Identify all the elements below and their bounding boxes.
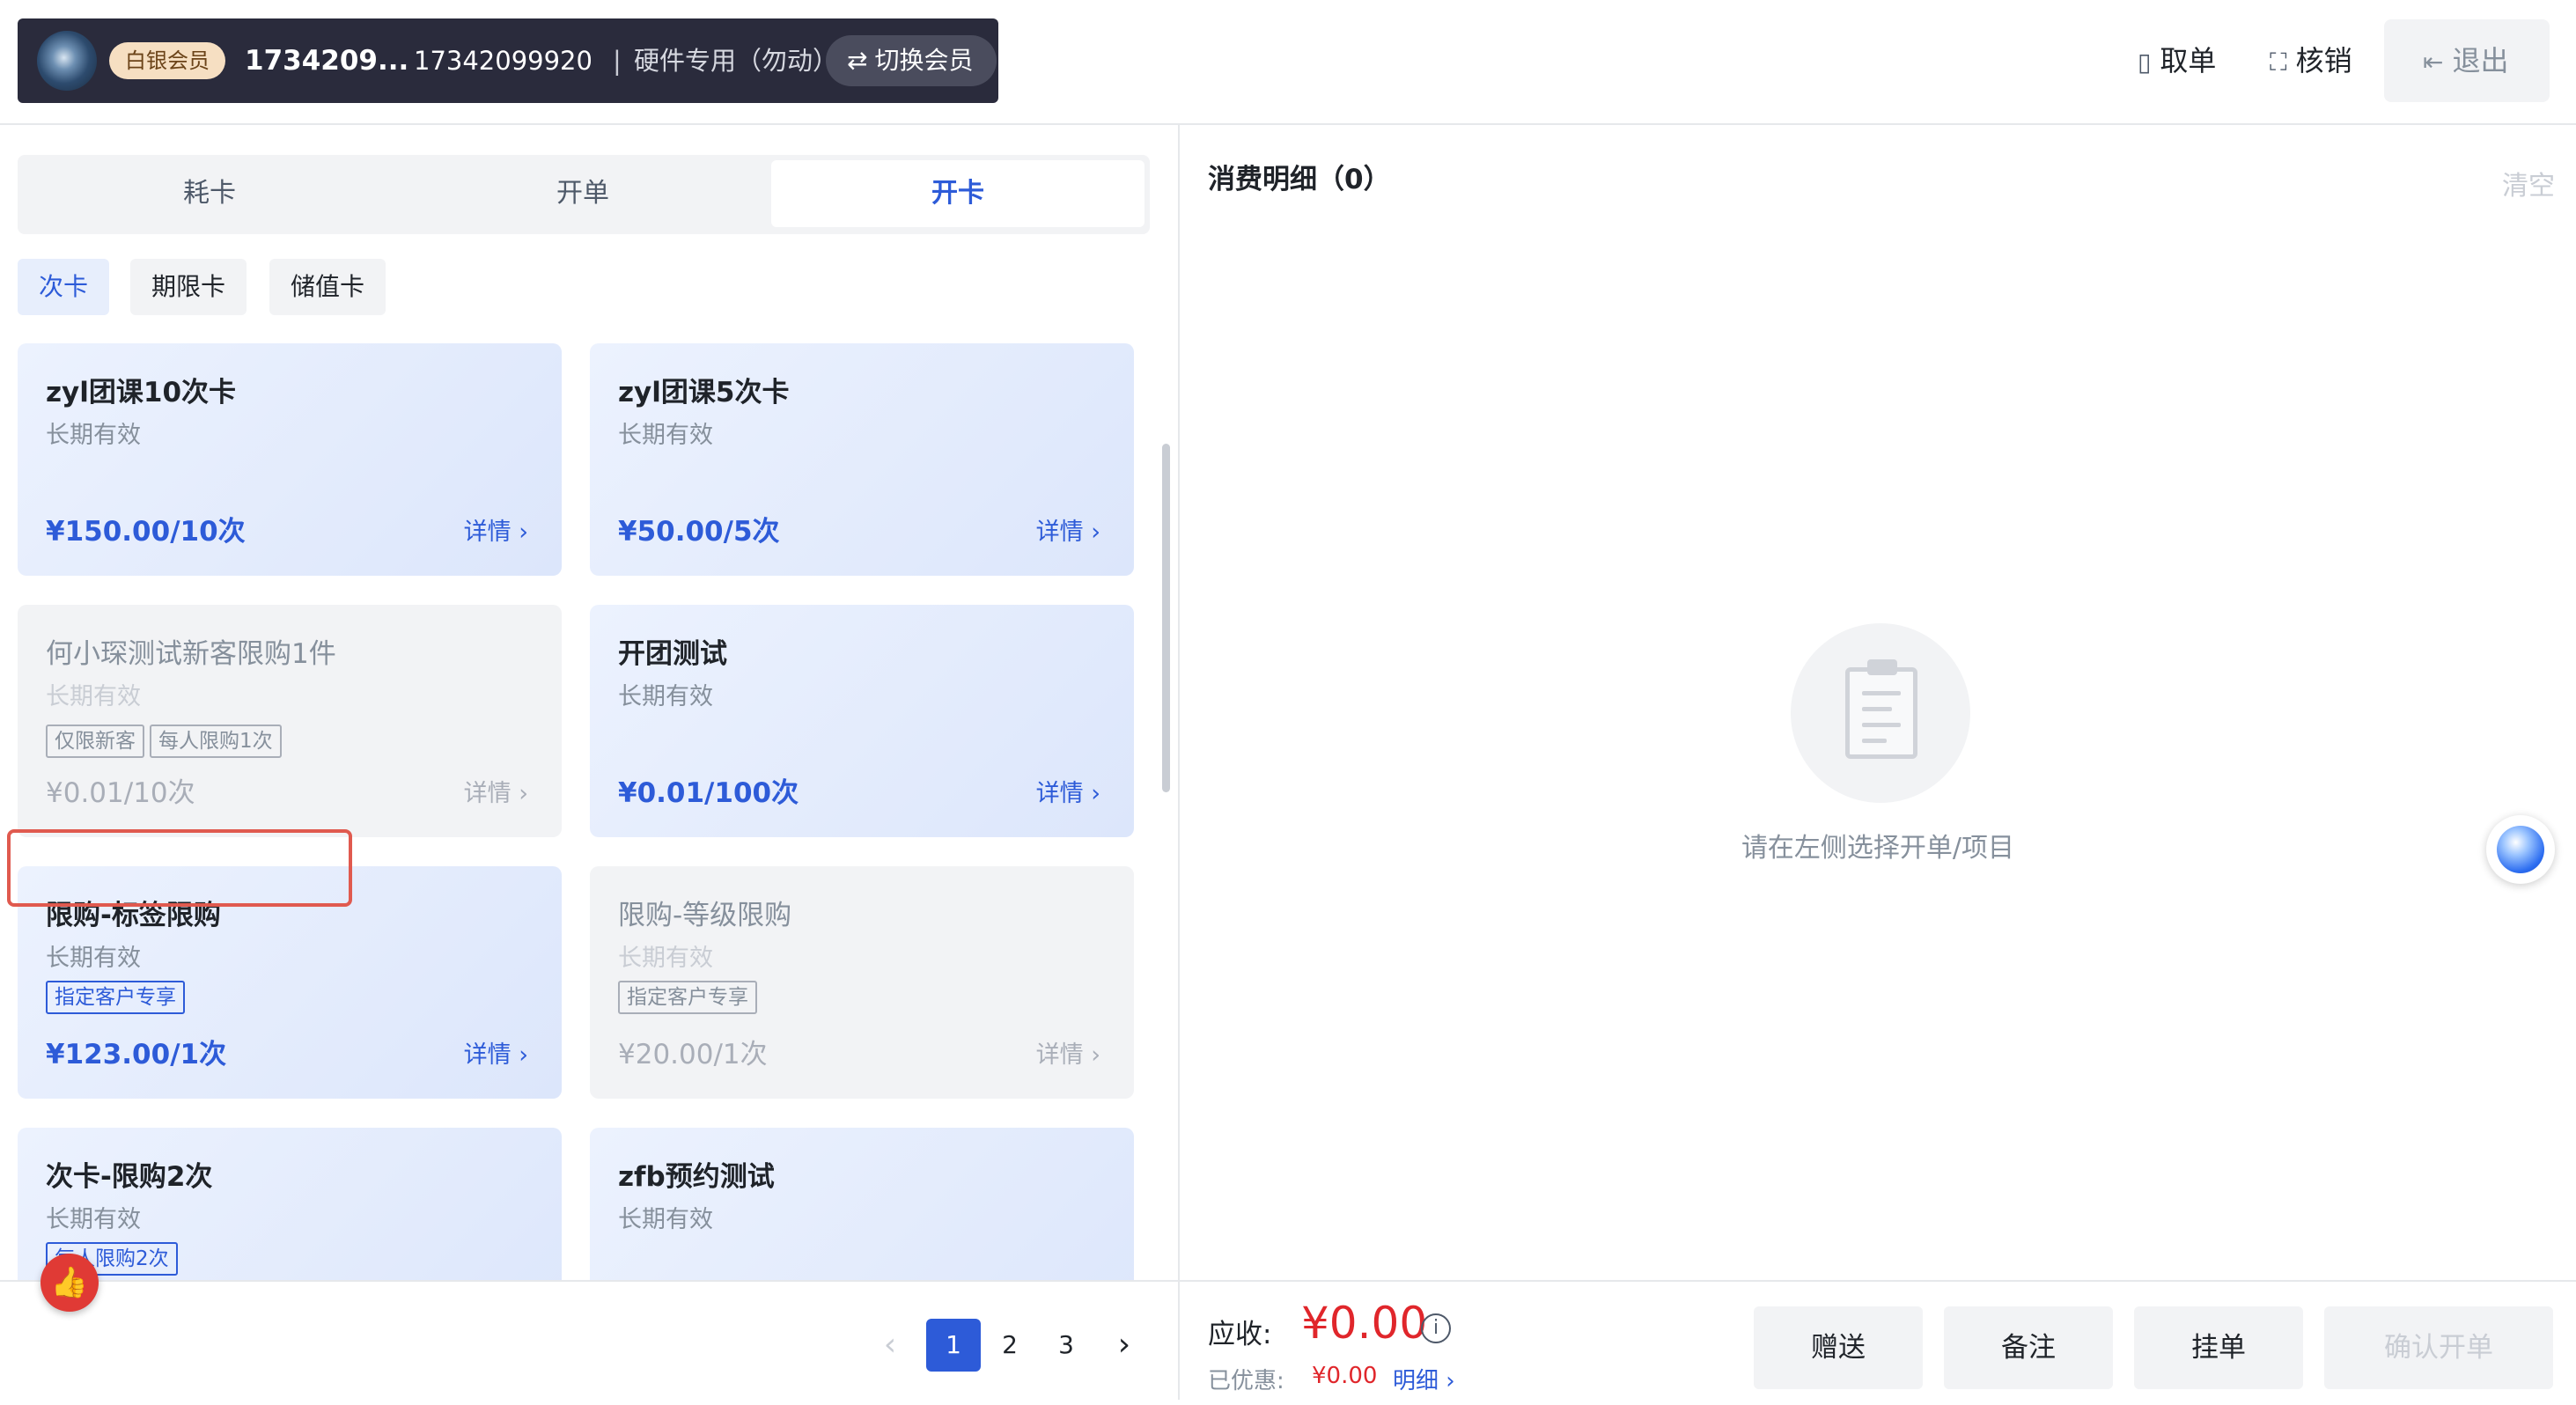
card-validity: 长期有效	[618, 422, 713, 449]
tab-consume-card[interactable]: 耗卡	[23, 160, 396, 227]
card-item[interactable]: 开团测试 长期有效 ¥0.01/100次 详情 ›	[590, 605, 1134, 837]
discount-detail-link[interactable]: 明细 ›	[1393, 1363, 1455, 1395]
clear-button[interactable]: 清空	[2502, 164, 2555, 202]
card-item-disabled: 何小琛测试新客限购1件 长期有效 仅限新客 每人限购1次 ¥0.01/10次 详情…	[18, 605, 562, 837]
checkout-footer: 应收: ¥0.00 i 已优惠: ¥0.00 明细 › 赠送 备注 挂单 确认开…	[1180, 1280, 2576, 1400]
verify-button[interactable]: ⛶ 核销	[2270, 33, 2352, 88]
card-detail-link[interactable]: 详情 ›	[464, 512, 528, 547]
pagination-page-2[interactable]: 2	[983, 1319, 1037, 1372]
consumption-detail-title: 消费明细（0）	[1208, 164, 1391, 195]
pagination-prev-button[interactable]: ‹	[868, 1319, 912, 1372]
card-item[interactable]: zyl团课10次卡 长期有效 ¥150.00/10次 详情 ›	[18, 343, 562, 576]
discount-amount: ¥0.00	[1312, 1363, 1378, 1389]
hold-order-button[interactable]: 挂单	[2134, 1306, 2303, 1389]
subtab-stored-value-card[interactable]: 储值卡	[269, 259, 386, 315]
member-separator: |	[613, 46, 622, 76]
card-item[interactable]: zyl团课5次卡 长期有效 ¥50.00/5次 详情 ›	[590, 343, 1134, 576]
switch-icon: ⇄	[847, 46, 868, 75]
tag-new-customer-only: 仅限新客	[46, 725, 144, 758]
card-title: 何小琛测试新客限购1件	[46, 638, 336, 670]
top-header: 白银会员 1734209... 17342099920 | 硬件专用（勿动） ⇄…	[0, 0, 2576, 125]
receipt-icon: ▯	[2138, 48, 2152, 77]
card-tags: 指定客户专享	[46, 981, 190, 1016]
card-title: 限购-等级限购	[618, 900, 792, 931]
card-detail-link[interactable]: 详情 ›	[1036, 512, 1100, 547]
card-price: ¥0.01/100次	[618, 777, 799, 809]
card-detail-link[interactable]: 详情 ›	[1036, 1035, 1100, 1070]
scan-icon: ⛶	[2270, 48, 2287, 77]
card-tags: 仅限新客 每人限购1次	[46, 725, 287, 760]
card-title: 开团测试	[618, 638, 727, 670]
switch-member-label: 切换会员	[874, 46, 974, 75]
empty-state-illustration	[1791, 623, 1970, 803]
gift-button[interactable]: 赠送	[1754, 1306, 1923, 1389]
card-validity: 长期有效	[46, 945, 141, 972]
card-validity: 长期有效	[46, 683, 141, 710]
take-order-label: 取单	[2160, 44, 2217, 77]
consumption-detail-panel: 消费明细（0） 清空 请在左侧选择开单/项目	[1180, 125, 2576, 1400]
card-title: zyl团课10次卡	[46, 377, 237, 408]
subtab-times-card[interactable]: 次卡	[18, 259, 110, 315]
tag-exclusive-customer: 指定客户专享	[46, 981, 185, 1014]
card-detail-link[interactable]: 详情 ›	[464, 1035, 528, 1070]
member-note: 硬件专用（勿动）	[634, 46, 839, 76]
annotation-highlight-box	[7, 829, 352, 907]
card-validity: 长期有效	[46, 422, 141, 449]
scrollbar-thumb[interactable]	[1162, 444, 1170, 792]
tag-exclusive-customer: 指定客户专享	[618, 981, 757, 1014]
amount-due-value: ¥0.00	[1301, 1298, 1428, 1349]
card-detail-link[interactable]: 详情 ›	[1036, 774, 1100, 808]
take-order-button[interactable]: ▯ 取单	[2138, 33, 2216, 88]
card-validity: 长期有效	[618, 1206, 713, 1233]
tab-open-order[interactable]: 开单	[396, 160, 769, 227]
card-title: zyl团课5次卡	[618, 377, 790, 408]
main-tabs: 耗卡 开单 开卡	[18, 155, 1150, 234]
product-panel: 耗卡 开单 开卡 次卡 期限卡 储值卡 zyl团课10次卡 长期有效 ¥150.…	[0, 125, 1178, 1400]
member-info-bar: 白银会员 1734209... 17342099920 | 硬件专用（勿动） ⇄…	[18, 18, 998, 103]
card-validity: 长期有效	[46, 1206, 141, 1233]
pagination-page-3[interactable]: 3	[1039, 1319, 1093, 1372]
card-price: ¥20.00/1次	[618, 1039, 768, 1070]
avatar	[37, 31, 97, 91]
amount-due-label: 应收:	[1208, 1319, 1272, 1350]
thumbs-up-icon[interactable]: 👍	[40, 1254, 99, 1312]
empty-state-text: 请在左侧选择开单/项目	[1741, 833, 2015, 864]
assistant-bubble-icon[interactable]	[2486, 815, 2555, 884]
switch-member-button[interactable]: ⇄ 切换会员	[826, 35, 997, 86]
tab-open-card[interactable]: 开卡	[771, 160, 1144, 227]
pagination-page-1[interactable]: 1	[926, 1319, 981, 1372]
exit-button[interactable]: ⇤ 退出	[2384, 19, 2550, 102]
info-icon[interactable]: i	[1421, 1313, 1451, 1343]
card-validity: 长期有效	[618, 945, 713, 972]
tag-purchase-limit: 每人限购1次	[150, 725, 282, 758]
member-name: 1734209...	[245, 45, 409, 77]
remark-button[interactable]: 备注	[1944, 1306, 2113, 1389]
member-level-badge: 白银会员	[109, 42, 225, 79]
card-price: ¥150.00/10次	[46, 516, 246, 548]
pagination-next-button[interactable]: ›	[1102, 1319, 1146, 1372]
verify-label: 核销	[2295, 44, 2352, 77]
card-validity: 长期有效	[618, 683, 713, 710]
clipboard-icon	[1845, 659, 1917, 759]
logout-icon: ⇤	[2423, 48, 2444, 77]
confirm-order-button[interactable]: 确认开单	[2324, 1306, 2553, 1389]
subtab-period-card[interactable]: 期限卡	[130, 259, 247, 315]
card-title: 次卡-限购2次	[46, 1161, 213, 1193]
member-phone: 17342099920	[414, 46, 592, 76]
card-price: ¥50.00/5次	[618, 516, 780, 548]
card-price: ¥123.00/1次	[46, 1039, 227, 1070]
card-title: zfb预约测试	[618, 1161, 775, 1193]
discount-label: 已优惠:	[1208, 1368, 1284, 1394]
card-item-disabled: 限购-等级限购 长期有效 指定客户专享 ¥20.00/1次 详情 ›	[590, 866, 1134, 1099]
card-tags: 指定客户专享	[618, 981, 762, 1016]
exit-label: 退出	[2452, 44, 2509, 77]
card-price: ¥0.01/10次	[46, 777, 195, 809]
card-detail-link[interactable]: 详情 ›	[464, 774, 528, 808]
